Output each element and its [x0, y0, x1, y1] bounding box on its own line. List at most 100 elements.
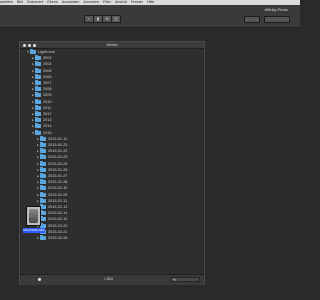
view-mode-3-button[interactable]: ≋	[103, 16, 112, 22]
tree-item-label: 2015-02-21	[48, 229, 68, 234]
tree-row[interactable]: ▸ 2015-01-30	[36, 185, 67, 191]
tree-row[interactable]: ▸ 2015-01-28	[36, 179, 67, 185]
menu-item[interactable]: Auswahlen	[62, 0, 80, 4]
tree-item-label: 2015-02-14	[48, 211, 68, 216]
menu-item[interactable]: Hilfe	[147, 0, 154, 4]
tree-item-label: 2008	[43, 87, 52, 92]
tree-item-label: 2014	[43, 124, 52, 129]
thumbnail-frame	[26, 206, 41, 226]
window-controls	[23, 43, 36, 47]
tree-row[interactable]: ▾ Lightroom	[26, 49, 55, 55]
folder-icon	[35, 61, 41, 67]
tree-row[interactable]: ▸ 2006	[31, 73, 52, 80]
search-field[interactable]: 🔍	[170, 277, 200, 282]
tree-row[interactable]: ▸ 2014	[31, 123, 51, 129]
media-panel: Media ▾ Lightroom ▸ 2003 ▸ 2004 ▸ 2005 ▸ 2006 ▸ 200…	[19, 41, 205, 285]
toolbar-dropdown[interactable]	[264, 16, 290, 23]
tree-row[interactable]: ▸ 2005	[31, 67, 52, 74]
folder-icon	[40, 179, 46, 185]
tree-item-label: 2011	[43, 105, 52, 110]
tree-row[interactable]: ▾ 2015	[31, 129, 52, 136]
zoom-slider-handle[interactable]	[38, 278, 41, 281]
tree-item-label: 2013	[43, 118, 52, 123]
thumbnail-caption: DSC03948.NEF	[23, 228, 45, 233]
tree-item-label: 2015-01-25	[48, 167, 68, 172]
tree-item-label: 2015-01-22	[48, 149, 68, 154]
tree-row[interactable]: ▸ 2011	[31, 104, 52, 111]
folder-icon	[35, 92, 41, 98]
menu-item[interactable]: Ebene	[47, 0, 57, 4]
menu-item[interactable]: Ansicht	[115, 0, 127, 4]
tree-row[interactable]: ▸ 2009	[31, 92, 51, 98]
tree-item-label: 2006	[43, 74, 52, 79]
view-mode-segmented-control[interactable]: ▪ ▮ ≋ ◫	[84, 15, 121, 23]
menu-item[interactable]: Dokument	[27, 0, 43, 4]
tree-row[interactable]: ▸ 2007	[31, 80, 51, 86]
tree-row[interactable]: ▸ 2015-01-21	[36, 142, 67, 148]
folder-icon	[40, 191, 46, 197]
tree-row[interactable]: ▸ 2010	[31, 98, 52, 105]
tree-item-label: 2012	[43, 112, 52, 116]
tree-item-label: 2015-02-26	[48, 236, 68, 240]
tree-item-label: 2015-01-21	[48, 143, 68, 147]
panel-footer: 1 Bild 🔍	[20, 274, 204, 285]
zoom-button[interactable]	[33, 43, 36, 47]
tree-item-label: 2015-01-30	[48, 186, 68, 191]
folder-icon	[40, 154, 46, 160]
menu-item[interactable]: Filter	[103, 0, 111, 4]
tree-item-label: 2004	[43, 62, 52, 67]
tree-row[interactable]: ▸ 2013	[31, 117, 51, 123]
tree-item-label: 2010	[43, 99, 52, 104]
panel-titlebar: Media	[20, 42, 204, 49]
tree-item-label: 2015-02-20	[48, 223, 68, 228]
tree-item-label: 2015-01-23	[48, 155, 68, 160]
tree-row[interactable]: ▸ 2004	[31, 61, 51, 67]
tree-item-label: 2009	[43, 93, 52, 98]
tree-item-label: 2015	[43, 130, 52, 135]
folder-icon	[35, 98, 41, 104]
menu-item[interactable]: Fenster	[131, 0, 143, 4]
menu-item[interactable]: Anordnen	[83, 0, 99, 4]
toolbar-toggle-button[interactable]	[244, 16, 260, 23]
folder-icon	[35, 73, 41, 79]
tree-row[interactable]: ▸ 2012	[31, 111, 51, 117]
folder-tree: ▾ Lightroom ▸ 2003 ▸ 2004 ▸ 2005 ▸ 2006 ▸ 2007 ▸ 2008…	[20, 49, 204, 276]
menu-item[interactable]: Bild	[17, 0, 23, 4]
folder-icon	[40, 185, 46, 191]
photo-thumbnail[interactable]: DSC03948.NEF	[23, 206, 45, 233]
tree-item-label: 2015-02-09	[48, 192, 68, 197]
view-mode-1-button[interactable]: ▪	[85, 16, 94, 22]
minimize-button[interactable]	[28, 43, 31, 47]
tree-row[interactable]: ▸ 2015-01-27	[36, 173, 67, 179]
tree-row[interactable]: ▸ 2015-02-09	[36, 191, 68, 198]
tree-item-label: 2015-01-28	[48, 180, 68, 185]
view-mode-4-button[interactable]: ◫	[112, 16, 120, 22]
tree-row[interactable]: ▸ 2015-02-11	[36, 197, 68, 204]
folder-icon	[35, 80, 41, 85]
tree-item-label: 2015-02-11	[48, 198, 68, 203]
folder-icon	[35, 86, 41, 92]
tree-row[interactable]: ▸ 2015-01-11	[36, 135, 68, 142]
close-button[interactable]	[23, 43, 26, 47]
tree-row[interactable]: ▸ 2015-01-25	[36, 166, 68, 173]
folder-icon	[40, 135, 46, 141]
tree-row[interactable]: ▸ 2015-01-22	[36, 148, 67, 154]
tree-item-label: 2015-02-13	[48, 205, 68, 209]
tree-item-label: 2015-02-15	[48, 217, 68, 222]
app-title: Affinity Photo	[264, 7, 289, 12]
tree-item-label: 2015-01-27	[48, 174, 68, 178]
folder-icon	[40, 235, 46, 240]
tree-row[interactable]: ▸ 2008	[31, 86, 51, 92]
tree-row[interactable]: ▸ 2003	[31, 55, 51, 61]
folder-icon	[35, 117, 41, 123]
tree-item-label: 2005	[43, 68, 52, 73]
tree-row[interactable]: ▸ 2015-01-23	[36, 154, 67, 160]
view-mode-2-button[interactable]: ▮	[94, 16, 103, 22]
folder-icon	[35, 123, 41, 129]
tree-row[interactable]: ▸ 2015-02-26	[36, 235, 67, 241]
tree-row[interactable]: ▸ 2015-01-24	[36, 160, 67, 167]
folder-icon	[40, 160, 46, 166]
tree-item-label: 2015-01-11	[48, 136, 68, 141]
panel-title: Media	[106, 42, 118, 47]
menu-item[interactable]: arbeiten	[0, 0, 13, 4]
